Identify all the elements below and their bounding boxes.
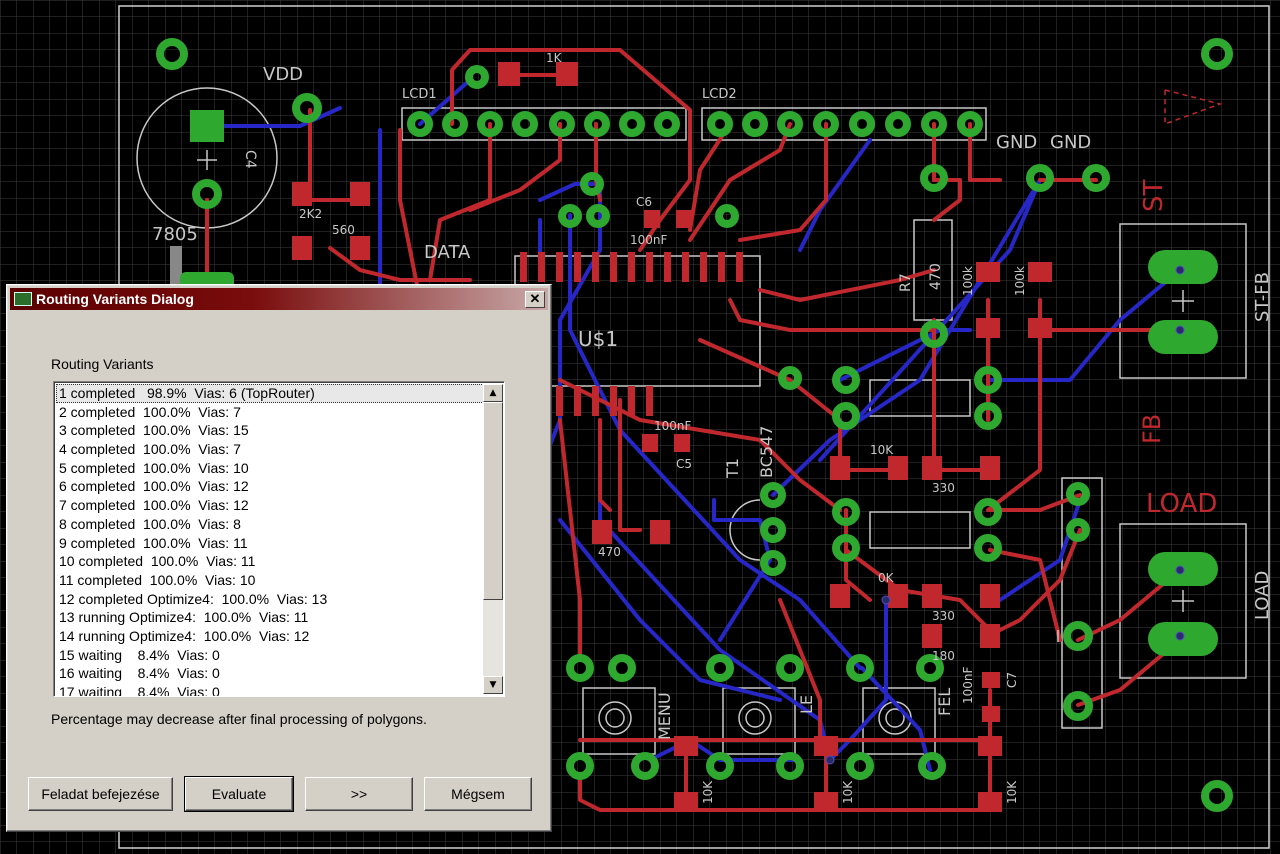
label-load-side: LOAD [1252,571,1273,620]
label-10k-b: 0K [878,571,895,585]
list-scrollbar[interactable]: ▲ ▼ [483,384,503,694]
variant-list-item[interactable]: 15 waiting 8.4% Vias: 0 [56,646,484,665]
variant-list-item[interactable]: 16 waiting 8.4% Vias: 0 [56,664,484,683]
label-c5: C5 [676,457,692,471]
variant-list-item[interactable]: 13 running Optimize4: 100.0% Vias: 11 [56,608,484,627]
routing-variants-label: Routing Variants [51,356,154,372]
label-r7: R7 [898,273,914,292]
label-180: 180 [932,649,955,663]
evaluate-button[interactable]: Evaluate [184,776,294,812]
dialog-title: Routing Variants Dialog [36,291,194,307]
label-c7: C7 [1005,672,1019,688]
variant-list-item[interactable]: 10 completed 100.0% Vias: 11 [56,552,484,571]
label-lcd1: LCD1 [402,87,437,102]
variant-list-item[interactable]: 17 waiting 8.4% Vias: 0 [56,683,484,696]
label-r7-value: 470 [928,263,944,290]
variant-list-item[interactable]: 8 completed 100.0% Vias: 8 [56,515,484,534]
label-10k-a: 10K [870,443,894,457]
variant-list-item[interactable]: 14 running Optimize4: 100.0% Vias: 12 [56,627,484,646]
label-10k-c: 10K [701,780,715,804]
label-c6: C6 [636,195,652,209]
label-100k-b: 100k [1013,266,1027,296]
label-le: LE [797,695,816,714]
label-u1: U$1 [578,327,618,351]
label-100k-a: 100k [961,266,975,296]
scroll-up-icon[interactable]: ▲ [483,384,503,402]
variant-list-item[interactable]: 3 completed 100.0% Vias: 15 [56,421,484,440]
dialog-titlebar[interactable]: Routing Variants Dialog ✕ [10,288,548,310]
label-c7-value: 100nF [961,666,975,704]
routing-variants-dialog: Routing Variants Dialog ✕ Routing Varian… [6,284,552,832]
label-vdd: VDD [263,64,303,85]
label-2k2: 2K2 [299,207,322,221]
label-560: 560 [332,223,355,237]
label-st-fb: ST-FB [1252,272,1273,322]
variant-list-item[interactable]: 11 completed 100.0% Vias: 10 [56,571,484,590]
label-10k-d: 10K [841,780,855,804]
scroll-down-icon[interactable]: ▼ [483,676,503,694]
variant-list-item[interactable]: 7 completed 100.0% Vias: 12 [56,496,484,515]
polygon-note: Percentage may decrease after final proc… [51,711,427,727]
label-st: ST [1139,179,1169,212]
label-1k: 1K [546,51,563,65]
variant-list-item[interactable]: 5 completed 100.0% Vias: 10 [56,459,484,478]
scrollbar-thumb[interactable] [483,402,503,600]
close-button[interactable]: ✕ [525,291,545,308]
label-fel: FEL [935,688,954,716]
label-load-big: LOAD [1146,489,1217,519]
variant-items: 1 completed 98.9% Vias: 6 (TopRouter) 2 c… [56,384,484,696]
cancel-button[interactable]: Mégsem [424,777,532,811]
variant-list-item[interactable]: 6 completed 100.0% Vias: 12 [56,477,484,496]
finish-task-button[interactable]: Feladat befejezése [28,777,173,811]
label-7805: 7805 [152,224,198,245]
label-bc547: BC547 [757,426,776,478]
routing-variants-list[interactable]: 1 completed 98.9% Vias: 6 (TopRouter) 2 c… [53,381,505,697]
variant-list-item[interactable]: 2 completed 100.0% Vias: 7 [56,403,484,422]
label-menu: MENU [655,692,674,740]
label-c4: C4 [242,150,258,169]
label-lcd2: LCD2 [702,87,737,102]
label-fb: FB [1138,414,1166,444]
label-data: DATA [424,242,471,263]
label-330-a: 330 [932,481,955,495]
label-t1: T1 [723,458,742,479]
variant-list-item[interactable]: 4 completed 100.0% Vias: 7 [56,440,484,459]
variant-list-item[interactable]: 9 completed 100.0% Vias: 11 [56,534,484,553]
label-c6-value: 100nF [630,233,668,247]
next-button[interactable]: >> [305,777,413,811]
label-gnd-2: GND [1050,132,1091,153]
label-gnd-1: GND [996,132,1037,153]
label-330-b: 330 [932,609,955,623]
variant-list-item[interactable]: 12 completed Optimize4: 100.0% Vias: 13 [56,590,484,609]
label-c5-value: 100nF [654,419,692,433]
label-470-b: 470 [598,545,621,559]
app-icon [14,292,32,306]
label-10k-e: 10K [1005,780,1019,804]
variant-list-item[interactable]: 1 completed 98.9% Vias: 6 (TopRouter) [56,384,484,403]
